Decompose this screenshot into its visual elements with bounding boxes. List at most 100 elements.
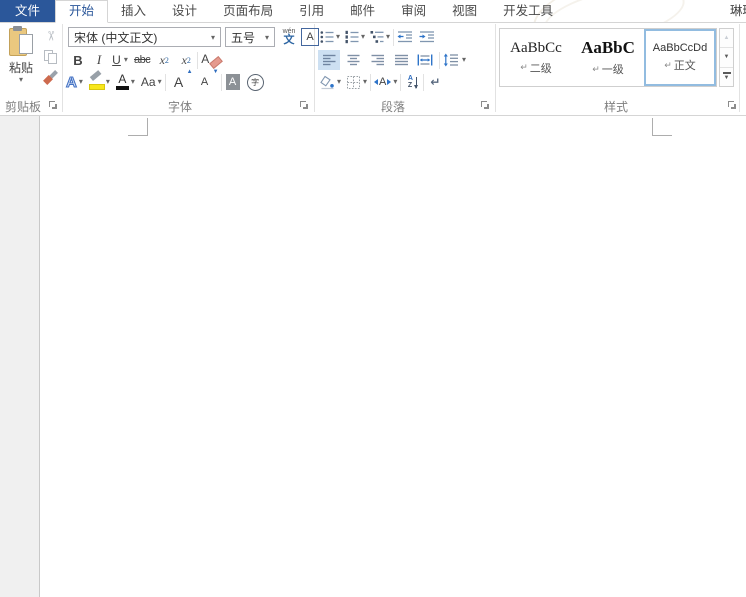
ribbon: 粘贴 ▾ ✂ 剪贴板 宋体 (中文正文) ▾ 五号 — [0, 22, 746, 116]
chevron-down-icon[interactable]: ▾ — [260, 33, 274, 42]
paste-dropdown-icon[interactable]: ▾ — [19, 76, 23, 84]
enclose-characters-button[interactable]: 字 — [247, 72, 264, 92]
paragraph-group-label: 段落 — [333, 98, 453, 114]
button-separator — [165, 74, 166, 91]
distributed-button[interactable] — [414, 50, 436, 70]
superscript-button[interactable]: x2 — [178, 50, 194, 70]
down-arrow-icon: ▼ — [724, 54, 730, 60]
document-area[interactable] — [0, 116, 746, 597]
asian-layout-button[interactable]: A ▾ — [374, 72, 397, 92]
styles-scroll-down-button[interactable]: ▼ — [720, 48, 733, 67]
multilevel-list-button[interactable]: ▾ — [370, 27, 390, 47]
align-left-button[interactable] — [318, 50, 340, 70]
numbering-button[interactable]: ▾ — [345, 27, 365, 47]
text-effects-button[interactable]: A ▾ — [66, 72, 83, 92]
numbering-dropdown-icon[interactable]: ▾ — [361, 33, 365, 41]
change-case-dropdown-icon[interactable]: ▾ — [158, 78, 162, 86]
styles-gallery-more-button[interactable]: ▼ — [720, 68, 733, 86]
bullets-icon — [320, 30, 334, 44]
style-item-heading2[interactable]: AaBbCc ↵二级 — [500, 29, 572, 86]
button-separator — [221, 74, 222, 91]
justify-button[interactable] — [390, 50, 412, 70]
character-shading-button[interactable]: A — [225, 72, 241, 92]
clear-formatting-icon: A — [201, 52, 223, 68]
format-painter-button[interactable] — [40, 67, 60, 88]
style-item-heading1[interactable]: AaBbC ↵一级 — [572, 29, 644, 86]
shading-button[interactable]: ▾ — [320, 72, 341, 92]
scissors-icon: ✂ — [42, 30, 58, 41]
multilevel-dropdown-icon[interactable]: ▾ — [386, 33, 390, 41]
shrink-font-button[interactable]: A ▼ — [197, 72, 213, 92]
styles-dialog-launcher[interactable] — [727, 100, 737, 110]
paragraph-dialog-launcher[interactable] — [480, 100, 490, 110]
tab-file[interactable]: 文件 — [0, 0, 55, 22]
decrease-indent-button[interactable] — [397, 27, 413, 47]
enclose-characters-icon: 字 — [247, 74, 264, 91]
style-preview: AaBbCcDd — [653, 42, 707, 54]
shrink-font-icon: A — [201, 75, 208, 89]
increase-indent-button[interactable] — [419, 27, 435, 47]
font-dialog-launcher[interactable] — [299, 100, 309, 110]
borders-dropdown-icon[interactable]: ▾ — [363, 78, 367, 86]
styles-scroll-up-button[interactable]: ▲ — [720, 29, 733, 48]
font-color-dropdown-icon[interactable]: ▾ — [131, 78, 135, 86]
bullets-dropdown-icon[interactable]: ▾ — [336, 33, 340, 41]
grow-font-button[interactable]: A ▲ — [171, 72, 187, 92]
bold-button[interactable]: B — [70, 50, 86, 70]
font-name-combobox[interactable]: 宋体 (中文正文) ▾ — [68, 27, 221, 47]
font-size-combobox[interactable]: 五号 ▾ — [225, 27, 275, 47]
italic-button[interactable]: I — [91, 50, 107, 70]
superscript-mark: 2 — [187, 56, 191, 65]
line-spacing-dropdown-icon[interactable]: ▾ — [462, 56, 466, 64]
bullets-button[interactable]: ▾ — [320, 27, 340, 47]
copy-button[interactable] — [40, 46, 60, 67]
line-spacing-button[interactable]: ▾ — [443, 50, 466, 70]
tab-insert[interactable]: 插入 — [108, 0, 159, 22]
shading-dropdown-icon[interactable]: ▾ — [337, 78, 341, 86]
group-separator — [62, 24, 63, 112]
font-color-button[interactable]: A ▾ — [116, 72, 135, 92]
phonetic-guide-button[interactable]: wén 文 — [281, 27, 297, 47]
clear-formatting-letter: A — [201, 52, 209, 66]
button-separator — [393, 29, 394, 46]
change-case-button[interactable]: Aa ▾ — [141, 72, 162, 92]
text-effects-dropdown-icon[interactable]: ▾ — [79, 78, 83, 86]
clear-formatting-button[interactable]: A — [201, 50, 223, 70]
clipboard-dialog-launcher[interactable] — [48, 100, 58, 110]
strikethrough-button[interactable]: abc — [134, 50, 150, 70]
cut-button[interactable]: ✂ — [40, 25, 60, 46]
tab-home[interactable]: 开始 — [55, 0, 108, 23]
character-border-button[interactable]: A — [301, 27, 319, 47]
tab-page-layout[interactable]: 页面布局 — [210, 0, 286, 22]
tab-review[interactable]: 审阅 — [388, 0, 439, 22]
font-group-label: 字体 — [125, 98, 235, 114]
asian-layout-dropdown-icon[interactable]: ▾ — [393, 78, 397, 86]
underline-dropdown-icon[interactable]: ▾ — [124, 56, 128, 64]
chevron-down-icon[interactable]: ▾ — [206, 33, 220, 42]
tab-references[interactable]: 引用 — [286, 0, 337, 22]
highlight-dropdown-icon[interactable]: ▾ — [106, 78, 110, 86]
tab-design[interactable]: 设计 — [159, 0, 210, 22]
align-center-button[interactable] — [342, 50, 364, 70]
borders-button[interactable]: ▾ — [346, 72, 367, 92]
style-item-normal-selected[interactable]: AaBbCcDd ↵正文 — [644, 29, 716, 86]
paste-button[interactable]: 粘贴 ▾ — [2, 25, 40, 95]
subscript-button[interactable]: x2 — [156, 50, 172, 70]
styles-group-label: 样式 — [556, 98, 676, 114]
numbering-icon — [345, 30, 359, 44]
text-highlight-button[interactable]: ▾ — [89, 72, 110, 92]
tab-developer[interactable]: 开发工具 — [490, 0, 566, 22]
user-name[interactable]: 琳琳 — [730, 0, 746, 22]
align-right-button[interactable] — [366, 50, 388, 70]
paragraph-mark-icon: ↵ — [430, 75, 440, 89]
sort-button[interactable]: A Z — [404, 72, 420, 92]
more-bar-icon — [723, 72, 731, 74]
format-painter-icon — [43, 71, 58, 85]
show-hide-marks-button[interactable]: ↵ — [427, 72, 443, 92]
style-preview: AaBbC — [581, 38, 635, 58]
tab-view[interactable]: 视图 — [439, 0, 490, 22]
paste-label: 粘贴 — [9, 59, 33, 76]
tab-mailings[interactable]: 邮件 — [337, 0, 388, 22]
underline-button[interactable]: U ▾ — [112, 50, 128, 70]
align-center-icon — [346, 53, 361, 67]
